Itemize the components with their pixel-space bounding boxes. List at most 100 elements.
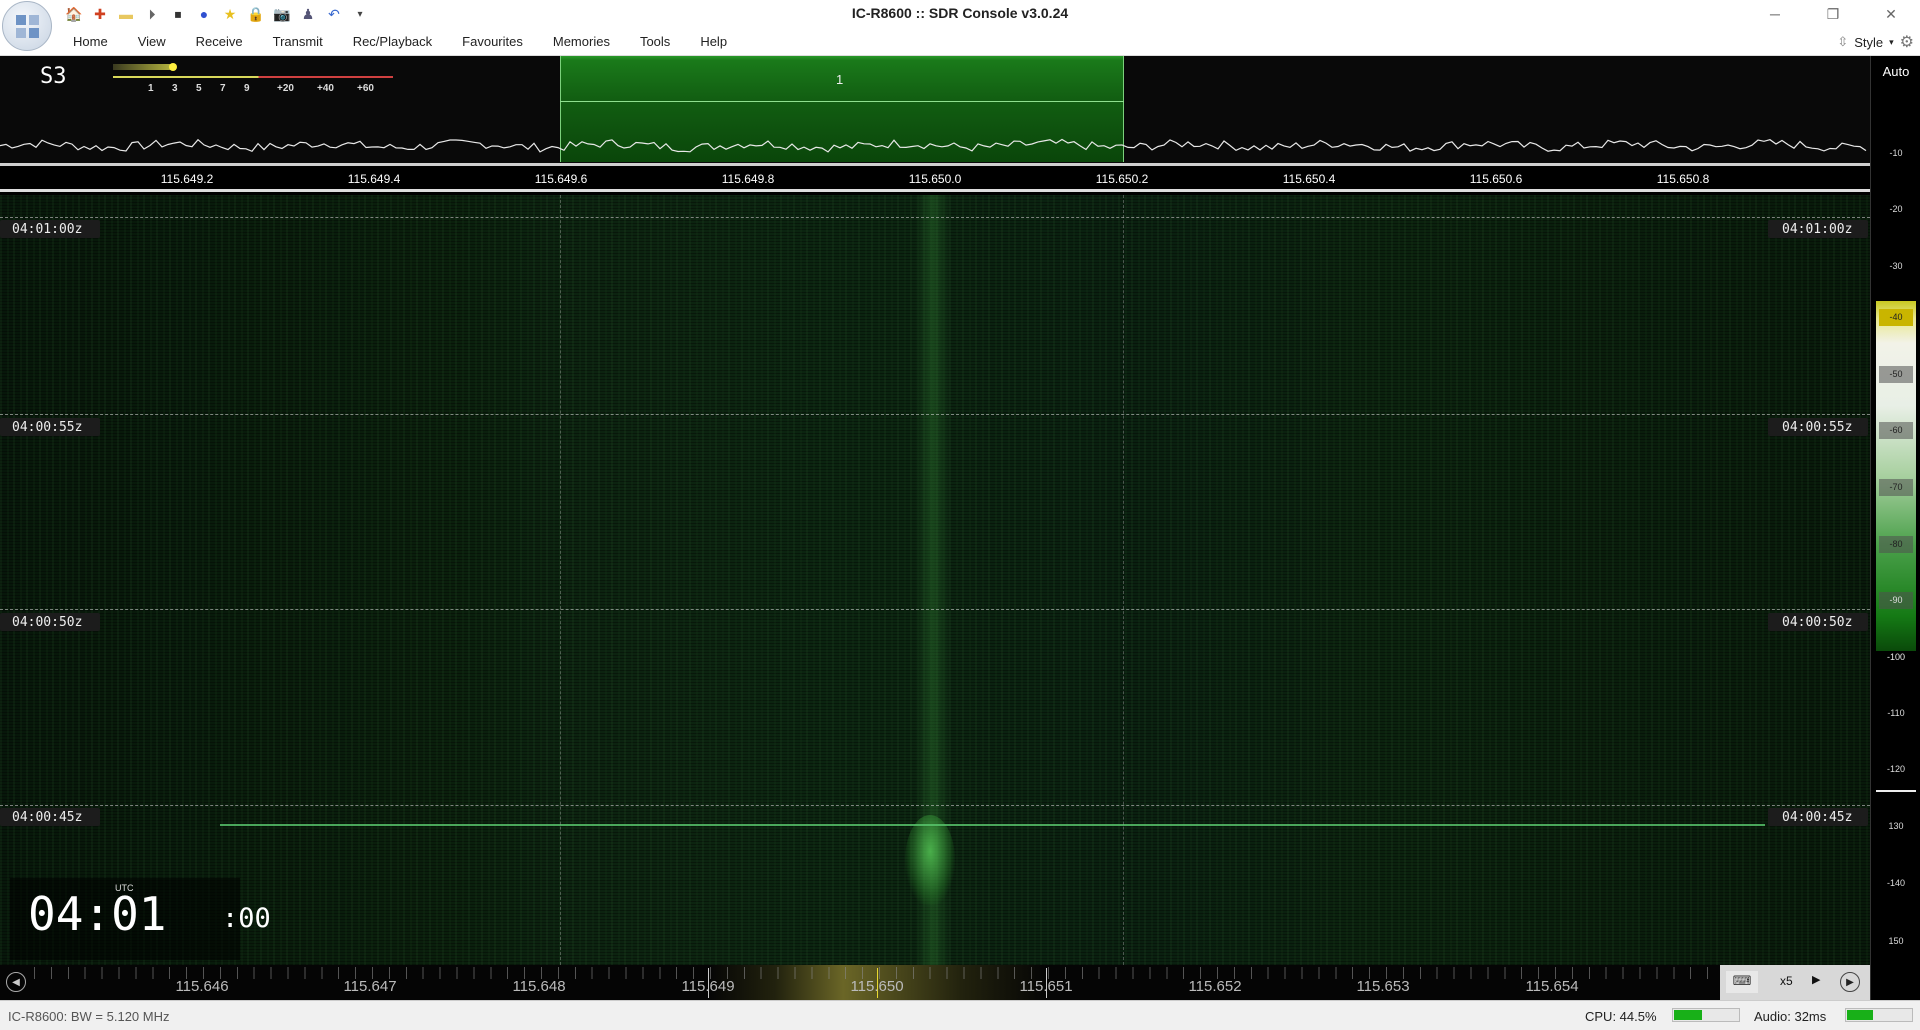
settings-icon[interactable]: ⚙ bbox=[1900, 32, 1914, 52]
menu-view[interactable]: View bbox=[123, 28, 181, 56]
auto-scale-button[interactable]: Auto bbox=[1871, 64, 1920, 79]
timestamp-right: 04:00:50z bbox=[1768, 613, 1868, 631]
spectrum-frequency-axis[interactable]: 115.649.2 115.649.4 115.649.6 115.649.8 … bbox=[0, 166, 1870, 192]
zoom-controls: ⌨ x5 ▶ ▶ bbox=[1720, 965, 1870, 1000]
style-label: Style bbox=[1854, 34, 1884, 50]
zoom-level[interactable]: x5 bbox=[1780, 974, 1793, 988]
db-scale-divider bbox=[1876, 790, 1916, 792]
cpu-status: CPU: 44.5% bbox=[1585, 1009, 1657, 1024]
smeter-level-bar bbox=[113, 64, 173, 70]
menu-receive[interactable]: Receive bbox=[181, 28, 258, 56]
freq-label: 115.650.6 bbox=[1469, 172, 1523, 186]
db-chip[interactable]: -90 bbox=[1879, 592, 1913, 609]
scroll-icon[interactable]: ⇳ bbox=[1837, 34, 1848, 50]
bottom-freq-label: 115.647 bbox=[343, 978, 397, 995]
clock-hours-minutes: 04:01 bbox=[28, 887, 167, 941]
db-chip[interactable]: -60 bbox=[1879, 422, 1913, 439]
timestamp-right: 04:00:55z bbox=[1768, 418, 1868, 436]
time-gridline bbox=[0, 217, 1870, 218]
audio-meter bbox=[1845, 1008, 1913, 1022]
audio-status: Audio: 32ms bbox=[1754, 1009, 1827, 1024]
db-label: -100 bbox=[1886, 652, 1905, 662]
bottom-freq-label: 115.649 bbox=[681, 978, 735, 995]
db-chip[interactable]: -70 bbox=[1879, 479, 1913, 496]
spectrum-display[interactable]: 1 S3 1 3 5 7 9 +20 +40 +60 bbox=[0, 56, 1870, 166]
freq-label: 115.650.4 bbox=[1282, 172, 1336, 186]
menu-rec-playback[interactable]: Rec/Playback bbox=[338, 28, 447, 56]
freq-label: 115.650.0 bbox=[908, 172, 962, 186]
freq-label: 115.649.6 bbox=[534, 172, 588, 186]
maximize-button[interactable]: ❐ bbox=[1804, 0, 1862, 28]
window-controls: ─ ❐ ✕ bbox=[1746, 0, 1920, 28]
spectrum-trace bbox=[0, 138, 1867, 153]
waterfall-display[interactable]: 04:01:00z 04:00:55z 04:00:50z 04:00:45z … bbox=[0, 195, 1870, 965]
scroll-right-icon[interactable]: ▶ bbox=[1840, 972, 1860, 992]
bottom-frequency-bar[interactable]: ◀ 115.646 115.647 115.648 115.649 115.65… bbox=[0, 965, 1870, 1000]
time-gridline bbox=[0, 609, 1870, 610]
db-label: -120 bbox=[1886, 764, 1905, 774]
bottom-freq-label: 115.652 bbox=[1188, 978, 1242, 995]
smeter-tick: 5 bbox=[196, 83, 202, 94]
timestamp-left: 04:00:55z bbox=[0, 418, 100, 436]
passband-left-edge bbox=[560, 195, 561, 965]
cpu-meter bbox=[1672, 1008, 1740, 1022]
menu-favourites[interactable]: Favourites bbox=[447, 28, 538, 56]
db-label: 150 bbox=[1888, 936, 1904, 946]
menu-transmit[interactable]: Transmit bbox=[258, 28, 338, 56]
smeter-tick: +60 bbox=[357, 83, 374, 94]
smeter-tick: 9 bbox=[244, 83, 250, 94]
db-chip[interactable]: -80 bbox=[1879, 536, 1913, 553]
smeter-scale-line bbox=[113, 76, 393, 78]
freq-label: 115.649.8 bbox=[721, 172, 775, 186]
app-menu-button[interactable] bbox=[2, 1, 52, 51]
freq-label: 115.649.2 bbox=[160, 172, 214, 186]
db-label: -10 bbox=[1889, 148, 1903, 158]
db-chip[interactable]: -40 bbox=[1879, 309, 1913, 326]
passband-right-edge bbox=[1123, 195, 1124, 965]
db-label: -20 bbox=[1889, 204, 1903, 214]
freq-label: 115.649.4 bbox=[347, 172, 401, 186]
db-label: -110 bbox=[1887, 708, 1905, 718]
menu-help[interactable]: Help bbox=[685, 28, 742, 56]
title-bar: 🏠 ✚ ▬ ⏵ ⏹ ● ★ 🔒 📷 ♟ ↶ ▾ IC-R8600 :: SDR … bbox=[0, 0, 1920, 51]
bandwidth-status: IC-R8600: BW = 5.120 MHz bbox=[8, 1009, 170, 1024]
zoom-arrow-icon[interactable]: ▶ bbox=[1812, 973, 1820, 986]
bottom-freq-label: 115.650 bbox=[850, 978, 904, 995]
app-logo-icon bbox=[16, 15, 40, 39]
scroll-left-icon[interactable]: ◀ bbox=[6, 972, 26, 992]
time-gridline bbox=[0, 805, 1870, 806]
smeter-tick: +20 bbox=[277, 83, 294, 94]
cpu-meter-fill bbox=[1674, 1010, 1702, 1020]
timestamp-left: 04:00:50z bbox=[0, 613, 100, 631]
timestamp-right: 04:01:00z bbox=[1768, 220, 1868, 238]
smeter-tick: 7 bbox=[220, 83, 226, 94]
smeter-tick: 1 bbox=[148, 83, 154, 94]
timestamp-left: 04:00:45z bbox=[0, 808, 100, 826]
clock-seconds: :00 bbox=[222, 903, 271, 934]
db-label: -30 bbox=[1889, 261, 1903, 271]
minimize-button[interactable]: ─ bbox=[1746, 0, 1804, 28]
bottom-freq-label: 115.651 bbox=[1019, 978, 1073, 995]
timestamp-right: 04:00:45z bbox=[1768, 808, 1868, 826]
window-title: IC-R8600 :: SDR Console v3.0.24 bbox=[851, 5, 1069, 21]
time-gridline bbox=[0, 414, 1870, 415]
db-chip[interactable]: -50 bbox=[1879, 366, 1913, 383]
style-selector[interactable]: ⇳ Style ▾ ⚙ bbox=[1837, 32, 1914, 52]
smeter-tick: +40 bbox=[317, 83, 334, 94]
keyboard-icon[interactable]: ⌨ bbox=[1726, 971, 1758, 993]
db-scale[interactable]: Auto -10 -20 -30 -40 -50 -60 -70 -80 -90… bbox=[1870, 56, 1920, 1000]
bottom-freq-label: 115.646 bbox=[175, 978, 229, 995]
smeter-value: S3 bbox=[40, 64, 67, 89]
db-label: 130 bbox=[1888, 821, 1904, 831]
menu-tools[interactable]: Tools bbox=[625, 28, 685, 56]
waterfall-horizontal-trace bbox=[220, 824, 1765, 826]
close-button[interactable]: ✕ bbox=[1862, 0, 1920, 28]
db-label: -140 bbox=[1886, 878, 1905, 888]
menu-home[interactable]: Home bbox=[58, 28, 123, 56]
bottom-freq-label: 115.654 bbox=[1525, 978, 1579, 995]
waterfall-signal-burst bbox=[905, 815, 955, 905]
freq-label: 115.650.2 bbox=[1095, 172, 1149, 186]
status-bar: IC-R8600: BW = 5.120 MHz CPU: 44.5% Audi… bbox=[0, 1000, 1920, 1030]
menu-memories[interactable]: Memories bbox=[538, 28, 625, 56]
chevron-down-icon: ▾ bbox=[1889, 36, 1894, 47]
